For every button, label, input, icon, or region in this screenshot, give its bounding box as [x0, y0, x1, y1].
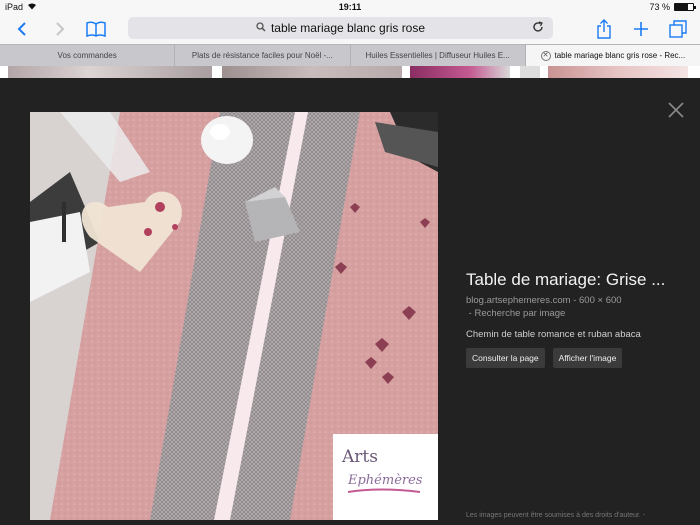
result-thumbnail[interactable] — [222, 66, 402, 78]
clock: 19:11 — [338, 2, 362, 12]
status-bar: iPad 19:11 73 % — [0, 0, 700, 14]
tab-table-mariage[interactable]: ✕ table mariage blanc gris rose - Rec... — [525, 45, 700, 66]
result-thumbnails — [0, 66, 700, 78]
logo-text: Arts — [341, 447, 378, 467]
tab-vos-commandes[interactable]: Vos commandes — [0, 45, 176, 66]
result-thumbnail[interactable] — [548, 66, 688, 78]
close-tab-icon[interactable]: ✕ — [540, 50, 551, 61]
image-dimensions: 600 × 600 — [579, 295, 622, 306]
visit-page-button[interactable]: Consulter la page — [466, 348, 545, 368]
tab-label: Huiles Essentielles | Diffuseur Huiles E… — [365, 51, 510, 60]
address-bar[interactable]: table mariage blanc gris rose — [128, 17, 553, 39]
reverse-search-label: Recherche par image — [474, 308, 566, 319]
url-text: table mariage blanc gris rose — [270, 21, 426, 35]
image-source[interactable]: blog.artsephemeres.com - 600 × 600 — [466, 295, 686, 306]
forward-icon[interactable] — [48, 17, 72, 41]
logo-text: Ephémères — [347, 473, 423, 488]
tab-label: Plats de résistance faciles pour Noël -.… — [191, 51, 333, 60]
image-title[interactable]: Table de mariage: Grise ... — [466, 270, 686, 290]
selected-indicator — [616, 78, 630, 85]
reverse-search-link[interactable]: - Recherche par image — [466, 308, 686, 319]
share-icon[interactable] — [592, 17, 616, 41]
source-domain: blog.artsephemeres.com — [466, 295, 571, 306]
close-icon[interactable] — [666, 100, 686, 120]
view-image-button[interactable]: Afficher l'image — [552, 348, 623, 368]
image-description: Chemin de table romance et ruban abaca — [466, 329, 641, 340]
search-icon — [256, 21, 266, 35]
battery-icon — [674, 3, 696, 11]
result-thumbnail[interactable] — [8, 66, 212, 78]
tab-label: Vos commandes — [57, 51, 117, 60]
battery-percent: 73 % — [649, 2, 670, 12]
result-thumbnail[interactable] — [520, 66, 540, 78]
tab-huiles-essentielles[interactable]: Huiles Essentielles | Diffuseur Huiles E… — [351, 45, 526, 66]
tab-plats-de-resistance[interactable]: Plats de résistance faciles pour Noël -.… — [175, 45, 351, 66]
reload-icon[interactable] — [531, 20, 545, 37]
tabs-icon[interactable] — [666, 17, 690, 41]
back-icon[interactable] — [10, 17, 34, 41]
result-thumbnail[interactable] — [410, 66, 510, 78]
bookmarks-icon[interactable] — [84, 17, 108, 41]
tab-label: table mariage blanc gris rose - Rec... — [554, 51, 686, 60]
preview-image[interactable]: Arts Ephémères — [30, 112, 438, 520]
browser-toolbar: table mariage blanc gris rose — [0, 14, 700, 44]
image-info: Table de mariage: Grise ... blog.artseph… — [466, 270, 686, 368]
new-tab-icon[interactable] — [629, 17, 653, 41]
copyright-note: Les images peuvent être soumises à des d… — [466, 512, 646, 519]
tab-strip: Vos commandes Plats de résistance facile… — [0, 44, 700, 66]
